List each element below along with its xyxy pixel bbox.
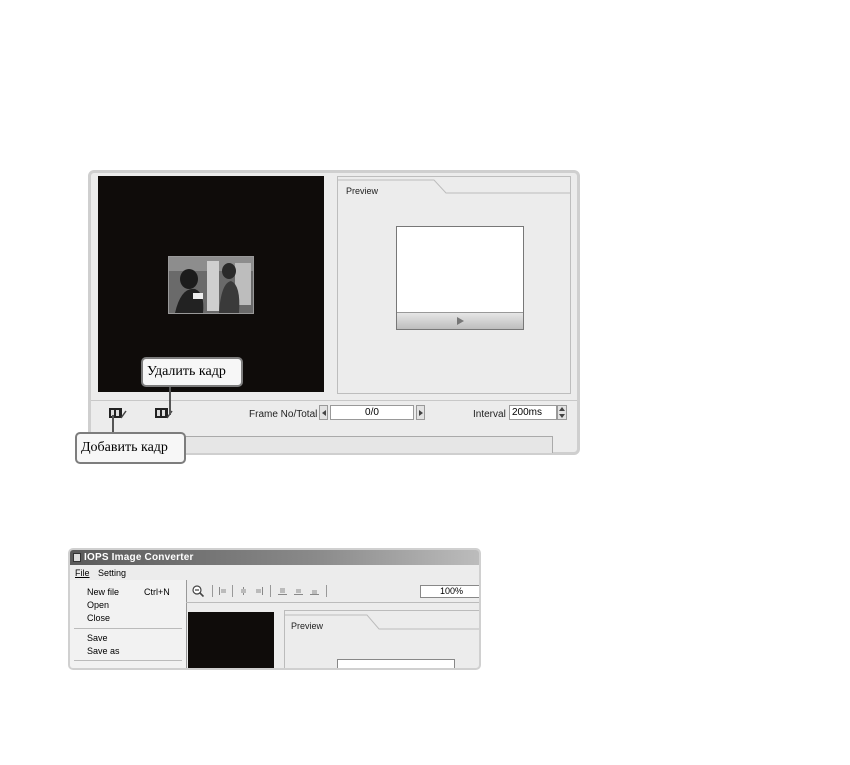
title-bar: IOPS Image Converter xyxy=(70,550,479,565)
play-icon xyxy=(456,317,464,325)
next-frame-button[interactable] xyxy=(416,405,425,420)
app-icon xyxy=(73,553,81,562)
zoom-out-icon[interactable] xyxy=(192,585,204,597)
frame-toolbar: Frame No/Total 0/0 Interval 200ms xyxy=(91,400,577,425)
arrow-up-icon xyxy=(559,407,565,411)
file-menu-dropdown: New file Ctrl+N Open Close Save Save as xyxy=(70,580,187,668)
arrow-down-icon xyxy=(559,414,565,418)
toolbar-separator xyxy=(232,585,233,597)
align-left-icon[interactable] xyxy=(219,587,228,595)
menu-item-close[interactable]: Close xyxy=(87,613,110,623)
window-title: IOPS Image Converter xyxy=(84,552,194,563)
app-window-menu: IOPS Image Converter File Setting New fi… xyxy=(68,548,481,670)
preview-panel: Preview xyxy=(284,610,479,668)
frame-number-stepper: 0/0 xyxy=(319,405,425,420)
menu-item-save[interactable]: Save xyxy=(87,633,108,643)
align-middle-icon[interactable] xyxy=(294,587,303,595)
menu-item-open[interactable]: Open xyxy=(87,600,109,610)
previous-frame-button[interactable] xyxy=(319,405,328,420)
align-top-icon[interactable] xyxy=(278,587,287,595)
preview-viewport xyxy=(396,226,524,330)
menu-separator xyxy=(74,628,182,629)
menu-bar: File Setting xyxy=(70,566,479,580)
preview-label: Preview xyxy=(291,621,324,631)
menu-separator xyxy=(74,660,182,661)
menu-setting[interactable]: Setting xyxy=(98,568,126,578)
interval-label: Interval xyxy=(473,409,506,420)
frame-number-label: Frame No/Total xyxy=(249,409,318,420)
menu-file[interactable]: File xyxy=(75,568,90,578)
toolbar-separator xyxy=(212,585,213,597)
interval-spinner[interactable] xyxy=(557,405,567,420)
arrow-left-icon xyxy=(321,409,326,416)
interval-input[interactable]: 200ms xyxy=(509,405,557,420)
frame-number-field[interactable]: 0/0 xyxy=(330,405,414,420)
play-button[interactable] xyxy=(397,312,523,329)
delete-callout-leader xyxy=(169,387,171,415)
frame-thumbnail[interactable] xyxy=(168,256,254,314)
align-bottom-icon[interactable] xyxy=(310,587,319,595)
toolbar-separator xyxy=(326,585,327,597)
toolbar-separator xyxy=(270,585,271,597)
arrow-right-icon xyxy=(418,409,423,416)
preview-label: Preview xyxy=(346,186,379,196)
photo-thumbnail-image xyxy=(169,257,253,313)
preview-viewport xyxy=(337,659,455,668)
add-callout-leader xyxy=(112,415,114,433)
frame-canvas xyxy=(188,612,274,668)
menu-item-new-file[interactable]: New file xyxy=(87,587,119,597)
preview-panel: Preview xyxy=(337,176,571,394)
align-right-icon[interactable] xyxy=(254,587,263,595)
callout-add-frame: Добавить кадр xyxy=(75,432,186,464)
zoom-level-field[interactable]: 100% xyxy=(420,585,479,598)
align-center-icon[interactable] xyxy=(239,587,248,595)
app-window-editor: Preview Frame No/Total 0/0 Interval 200m xyxy=(88,170,580,455)
menu-item-save-as[interactable]: Save as xyxy=(87,646,120,656)
callout-delete-frame: Удалить кадр xyxy=(141,357,243,387)
main-toolbar: 100% xyxy=(186,580,479,603)
new-file-shortcut: Ctrl+N xyxy=(144,587,170,597)
